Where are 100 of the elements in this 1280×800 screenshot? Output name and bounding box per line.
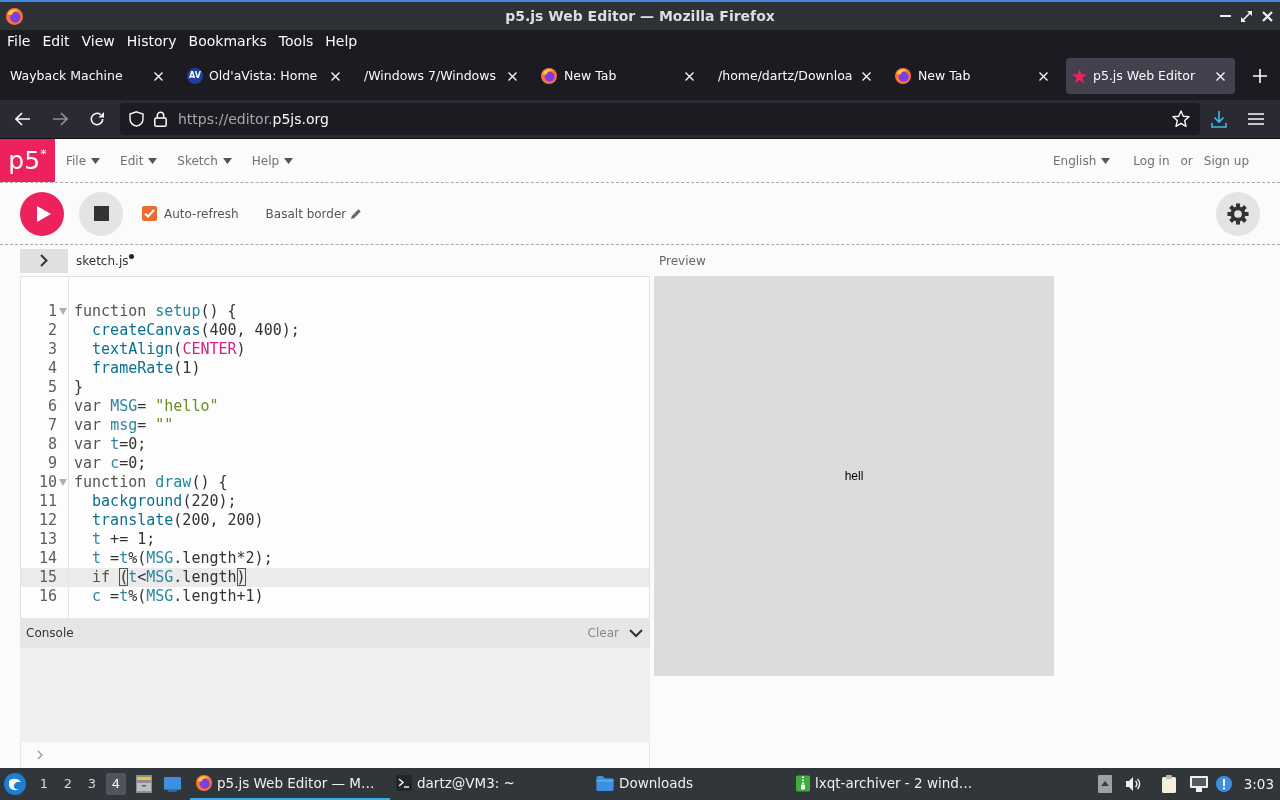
browser-tab[interactable]: Wayback Machine xyxy=(4,58,173,94)
browser-tab[interactable]: /home/dartz/Downloa xyxy=(712,58,881,94)
gear-icon xyxy=(1227,202,1249,225)
caret-down-icon xyxy=(1101,157,1111,164)
clipboard-icon[interactable] xyxy=(1161,775,1176,793)
code-line: frameRate(1) xyxy=(91,359,201,378)
close-icon[interactable] xyxy=(1262,10,1273,22)
line-number: 6 xyxy=(47,397,57,416)
maximize-icon[interactable] xyxy=(1241,10,1252,22)
code-line: c =t%(MSG.length+1) xyxy=(91,587,264,606)
taskbar-button[interactable]: p5.js Web Editor — M… xyxy=(190,768,390,800)
address-bar[interactable]: https://editor.p5js.org xyxy=(120,103,1200,135)
taskbar-button[interactable]: Downloads xyxy=(590,768,790,800)
reload-icon xyxy=(89,111,105,127)
monitor-icon[interactable] xyxy=(1189,776,1208,792)
browser-tab[interactable]: New Tab xyxy=(535,58,704,94)
console-input[interactable] xyxy=(20,742,650,768)
menu-item[interactable]: History xyxy=(120,31,183,51)
desktop-icon[interactable] xyxy=(164,776,181,792)
menu-item[interactable]: File xyxy=(1,31,37,51)
line-number: 14 xyxy=(38,549,57,568)
line-number: 1 xyxy=(47,302,57,321)
menu-item[interactable]: File xyxy=(66,151,101,170)
firefox-icon xyxy=(895,68,911,84)
auto-refresh-checkbox[interactable] xyxy=(142,206,157,221)
clock: 3:03 xyxy=(1243,774,1274,794)
code-line: textAlign(CENTER) xyxy=(91,340,246,359)
firefox-icon xyxy=(196,775,212,791)
line-number: 12 xyxy=(38,511,57,530)
file-cabinet-icon[interactable] xyxy=(136,775,152,793)
chevron-right-icon xyxy=(40,254,48,267)
line-number: 8 xyxy=(47,435,57,454)
menu-item[interactable]: Edit xyxy=(36,31,76,51)
volume-icon[interactable] xyxy=(1124,776,1141,792)
menu-item[interactable]: Edit xyxy=(120,151,158,170)
start-menu-icon[interactable] xyxy=(4,773,26,795)
site-logo: AV xyxy=(187,68,203,84)
shield-icon xyxy=(129,111,144,127)
caret-down-icon xyxy=(148,157,158,164)
browser-tab[interactable]: AV Old'aVista: Home xyxy=(181,58,350,94)
desktop-button[interactable]: 4 xyxy=(106,773,126,795)
code-line: t += 1; xyxy=(91,530,156,549)
desktop-button[interactable]: 3 xyxy=(82,773,102,795)
line-number: 4 xyxy=(47,359,57,378)
sign-up-link[interactable]: Sign up xyxy=(1203,151,1249,170)
menu-item[interactable]: Bookmarks xyxy=(182,31,273,51)
line-number: 10 xyxy=(38,473,57,492)
line-number: 13 xyxy=(38,530,57,549)
browser-tab[interactable]: /Windows 7/Windows xyxy=(358,58,527,94)
terminal-icon xyxy=(396,775,412,791)
code-line: var t=0; xyxy=(74,435,147,454)
star-icon xyxy=(1072,68,1087,84)
line-number: 7 xyxy=(47,416,57,435)
menu-item[interactable]: Sketch xyxy=(177,151,232,170)
play-button[interactable] xyxy=(20,191,64,236)
stop-button[interactable] xyxy=(79,191,123,236)
code-line: } xyxy=(74,378,84,397)
settings-button[interactable] xyxy=(1216,191,1260,236)
log-in-link[interactable]: Log in xyxy=(1133,151,1170,170)
line-number: 3 xyxy=(47,340,57,359)
preview-label: Preview xyxy=(659,252,706,270)
checkbox-label: Auto-refresh xyxy=(164,205,239,223)
menu-item[interactable]: Tools xyxy=(272,31,320,51)
caret-down-icon xyxy=(284,157,294,164)
code-line: if (t<MSG.length) xyxy=(91,568,246,587)
code-line: background(220); xyxy=(91,492,237,511)
line-number: 15 xyxy=(38,568,57,587)
browser-tab[interactable]: p5.js Web Editor xyxy=(1066,58,1235,94)
firefox-icon xyxy=(541,68,557,84)
notification-icon[interactable] xyxy=(1215,776,1232,792)
sidebar-toggle-button[interactable] xyxy=(20,248,68,273)
sketch-name-button[interactable]: Basalt border xyxy=(265,204,362,223)
taskbar-button[interactable]: dartz@VM3: ~ xyxy=(390,768,590,800)
caret-down-icon xyxy=(91,157,101,164)
code-line: var c=0; xyxy=(74,454,147,473)
code-line: createCanvas(400, 400); xyxy=(91,321,300,340)
window-title: p5.js Web Editor — Mozilla Firefox xyxy=(505,6,775,26)
stop-icon xyxy=(93,206,109,221)
bookmark-star-icon[interactable] xyxy=(1172,110,1190,128)
menu-item[interactable]: Help xyxy=(251,151,294,170)
separator-text: or xyxy=(1180,152,1193,170)
taskbar-button[interactable]: lxqt-archiver - 2 wind… xyxy=(790,768,990,800)
plus-icon[interactable] xyxy=(1253,69,1267,83)
menu-icon xyxy=(1248,113,1264,125)
lock-icon xyxy=(154,111,167,127)
archive-icon xyxy=(796,774,810,792)
p5-logo[interactable]: p5$^{*}$ xyxy=(0,139,55,182)
line-number: 5 xyxy=(47,378,57,397)
desktop-button[interactable]: 2 xyxy=(58,773,78,795)
checkmark-icon xyxy=(144,209,155,218)
menu-item[interactable]: View xyxy=(75,31,121,51)
menu-item[interactable]: Help xyxy=(319,31,364,51)
browser-tab[interactable]: New Tab xyxy=(889,58,1058,94)
chevron-down-icon[interactable] xyxy=(629,628,643,638)
file-name: sketch.js xyxy=(76,252,129,270)
line-number: 16 xyxy=(38,587,57,606)
play-icon xyxy=(36,205,51,222)
desktop-button[interactable]: 1 xyxy=(34,773,54,795)
caret-down-icon xyxy=(222,157,232,164)
language-dropdown[interactable]: English xyxy=(1052,151,1111,170)
